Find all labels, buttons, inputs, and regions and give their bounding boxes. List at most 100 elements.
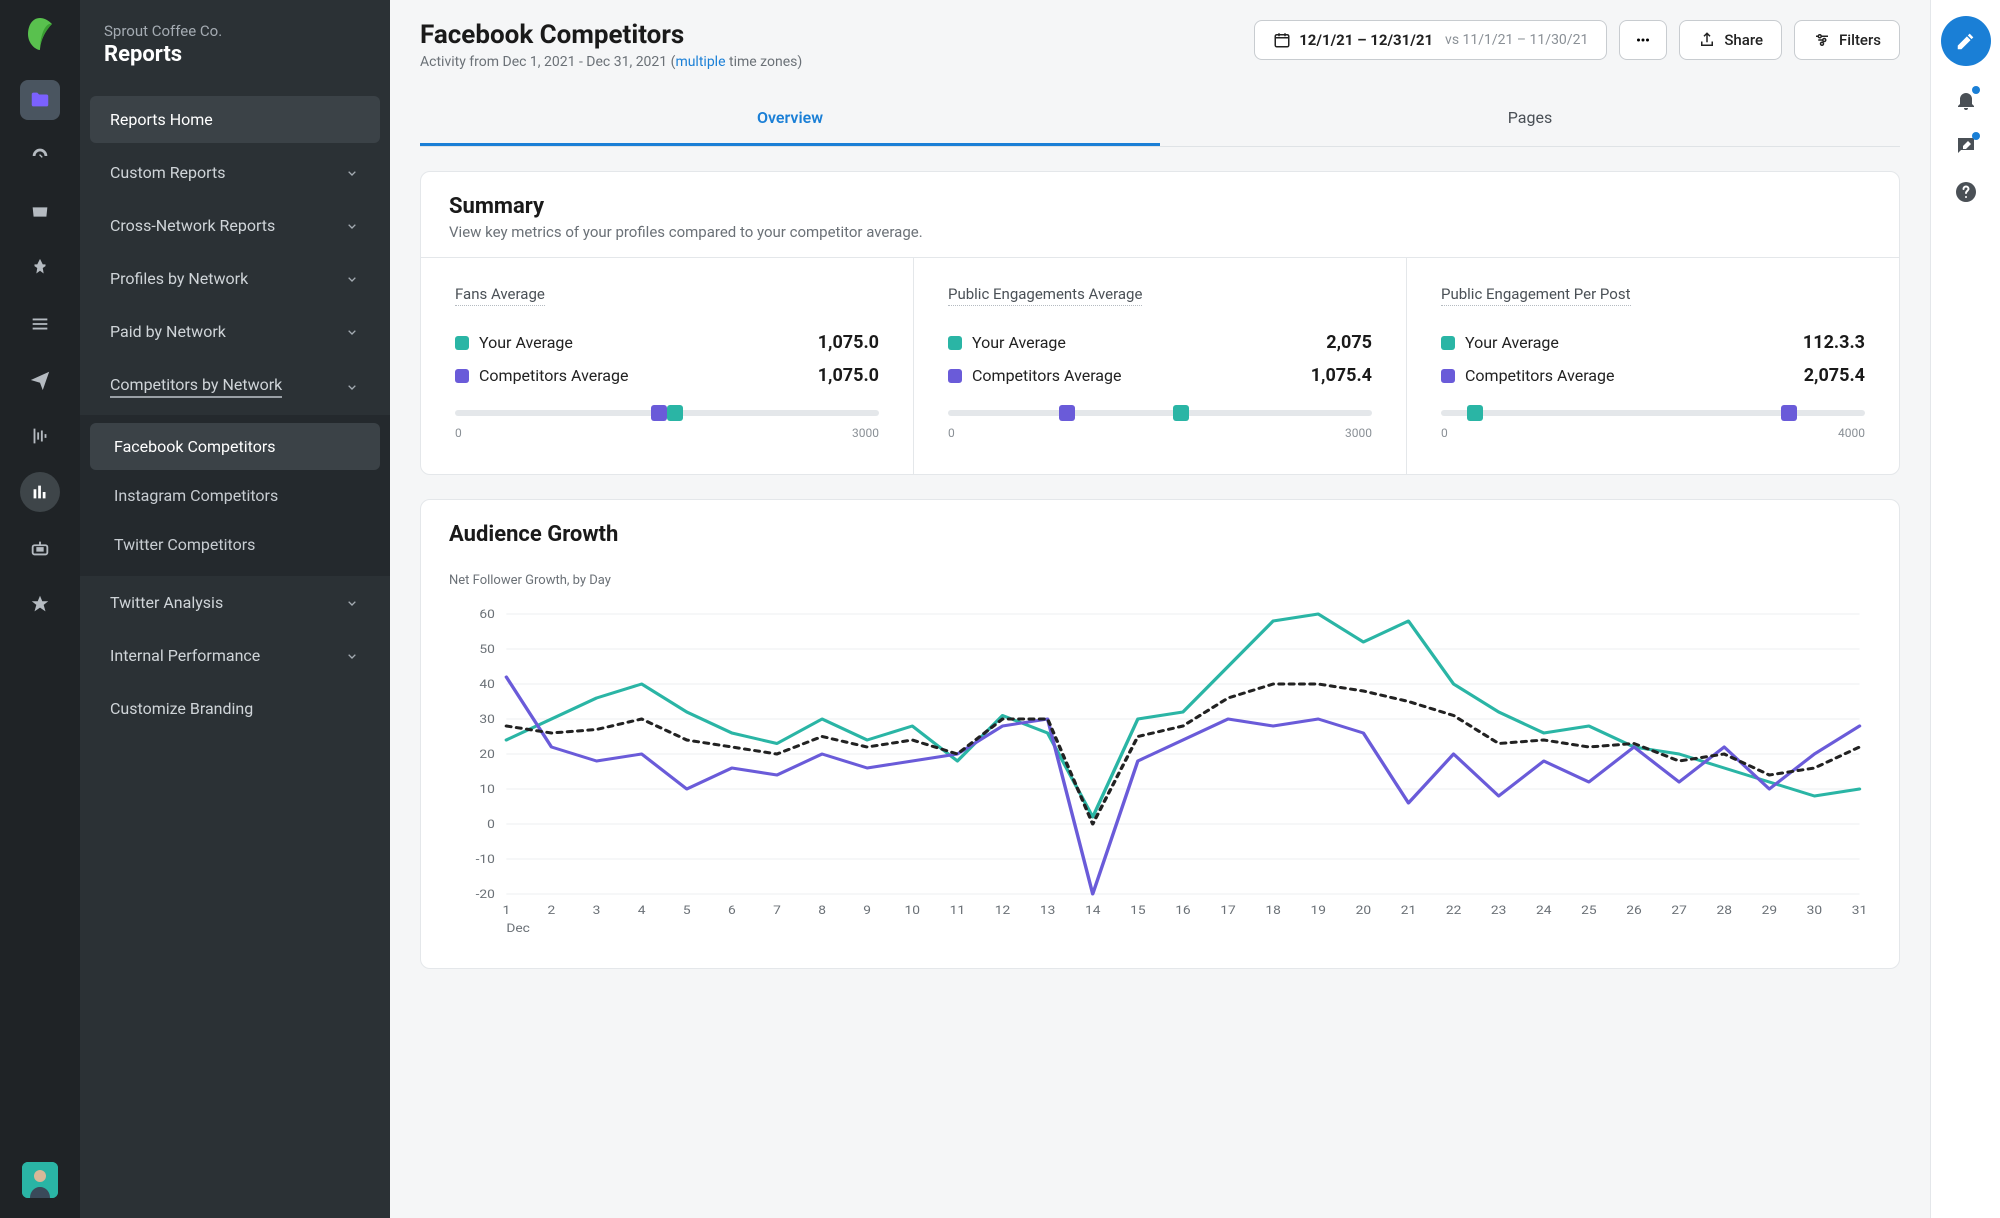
range-max: 3000 [852,426,879,440]
tab-overview[interactable]: Overview [420,92,1160,146]
notifications-icon[interactable] [1954,88,1978,112]
sidebar: Sprout Coffee Co. Reports Reports Home C… [80,0,390,1218]
svg-text:28: 28 [1716,904,1731,918]
summary-col: Fans Average Your Average 1,075.0 Compet… [421,258,914,474]
your-average-label: Your Average [1465,333,1559,352]
nav-competitors-network[interactable]: Competitors by Network [90,361,380,412]
svg-text:0: 0 [487,818,495,832]
svg-text:22: 22 [1446,904,1461,918]
share-button[interactable]: Share [1679,20,1782,60]
audience-title: Audience Growth [449,522,1871,547]
legend-swatch-teal [1441,336,1455,350]
competitors-average-value: 1,075.4 [1311,365,1372,386]
sub-instagram-competitors[interactable]: Instagram Competitors [90,472,380,519]
nav-profiles-network[interactable]: Profiles by Network [90,255,380,302]
chevron-down-icon [344,271,360,287]
nav-custom-reports[interactable]: Custom Reports [90,149,380,196]
chevron-down-icon [344,218,360,234]
chevron-down-icon [344,379,360,395]
svg-text:16: 16 [1175,904,1190,918]
timezone-link[interactable]: multiple [675,54,725,70]
sub-twitter-competitors[interactable]: Twitter Competitors [90,521,380,568]
nav-send-icon[interactable] [20,360,60,400]
svg-text:20: 20 [479,748,494,762]
nav-star-icon[interactable] [20,584,60,624]
nav-folder-icon[interactable] [20,80,60,120]
your-average-value: 2,075 [1326,332,1372,353]
chevron-down-icon [344,595,360,611]
tabs: Overview Pages [420,92,1900,147]
nav-pulse-icon[interactable] [20,416,60,456]
range-bar [948,410,1372,416]
svg-text:30: 30 [479,713,494,727]
nav-list-icon[interactable] [20,304,60,344]
range-marker-your [667,405,683,421]
feedback-icon[interactable] [1954,134,1978,158]
svg-text:30: 30 [1807,904,1822,918]
svg-text:40: 40 [479,678,494,692]
svg-text:7: 7 [773,904,781,918]
svg-text:3: 3 [593,904,601,918]
svg-text:4: 4 [638,904,646,918]
range-bar [1441,410,1865,416]
more-icon [1634,31,1652,49]
chart-label: Net Follower Growth, by Day [449,573,1871,588]
range-min: 0 [948,426,955,440]
nav-reports-home[interactable]: Reports Home [90,96,380,143]
svg-text:5: 5 [683,904,691,918]
metric-title: Public Engagement Per Post [1441,285,1631,306]
summary-title: Summary [449,194,1871,219]
range-marker-competitor [1781,405,1797,421]
app-logo [22,16,58,52]
nav-reports-icon[interactable] [20,472,60,512]
tab-pages[interactable]: Pages [1160,92,1900,146]
calendar-icon [1273,31,1291,49]
competitors-average-value: 2,075.4 [1804,365,1865,386]
nav-cross-network[interactable]: Cross-Network Reports [90,202,380,249]
date-range-button[interactable]: 12/1/21 – 12/31/21 vs 11/1/21 – 11/30/21 [1254,20,1607,60]
range-marker-competitor [651,405,667,421]
svg-text:12: 12 [995,904,1010,918]
range-marker-your [1173,405,1189,421]
summary-subtitle: View key metrics of your profiles compar… [449,223,1871,241]
section-title: Reports [104,42,366,67]
svg-text:20: 20 [1356,904,1371,918]
page-title: Facebook Competitors [420,20,802,50]
help-icon[interactable] [1954,180,1978,204]
svg-text:2: 2 [548,904,556,918]
svg-text:19: 19 [1311,904,1326,918]
more-button[interactable] [1619,20,1667,60]
right-rail [1930,0,2000,1218]
svg-text:8: 8 [818,904,826,918]
your-average-value: 1,075.0 [818,332,879,353]
compose-button[interactable] [1941,16,1991,66]
nav-paid-network[interactable]: Paid by Network [90,308,380,355]
nav-gauge-icon[interactable] [20,136,60,176]
nav-inbox-icon[interactable] [20,192,60,232]
svg-text:13: 13 [1040,904,1055,918]
svg-text:Dec: Dec [506,922,530,936]
svg-text:14: 14 [1085,904,1100,918]
nav-internal-performance[interactable]: Internal Performance [90,632,380,679]
nav-pin-icon[interactable] [20,248,60,288]
filters-button[interactable]: Filters [1794,20,1900,60]
competitors-average-value: 1,075.0 [818,365,879,386]
compose-icon [1955,30,1977,52]
svg-text:18: 18 [1265,904,1280,918]
sub-facebook-competitors[interactable]: Facebook Competitors [90,423,380,470]
svg-text:24: 24 [1536,904,1551,918]
nav-bot-icon[interactable] [20,528,60,568]
org-name: Sprout Coffee Co. [104,22,366,40]
range-min: 0 [455,426,462,440]
nav-twitter-analysis[interactable]: Twitter Analysis [90,579,380,626]
svg-text:25: 25 [1581,904,1596,918]
line-chart: -20-100102030405060123456789101112131415… [449,604,1871,944]
filters-icon [1813,31,1831,49]
svg-text:1: 1 [502,904,510,918]
user-avatar[interactable] [22,1162,58,1198]
svg-text:60: 60 [479,608,494,622]
nav-customize-branding[interactable]: Customize Branding [90,685,380,732]
icon-rail [0,0,80,1218]
svg-text:15: 15 [1130,904,1145,918]
competitors-average-label: Competitors Average [972,366,1121,385]
